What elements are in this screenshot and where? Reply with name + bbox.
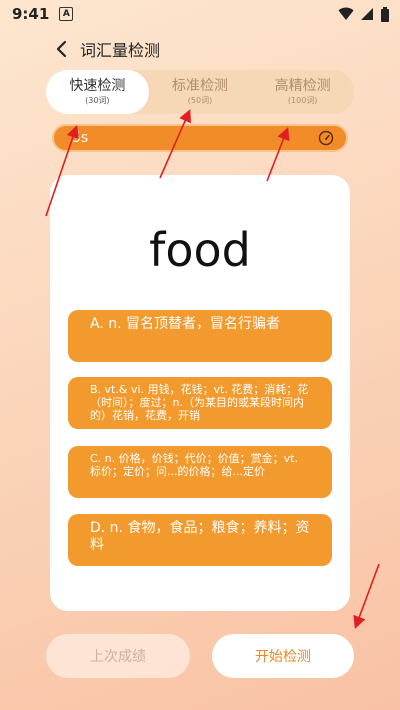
tab-label: 高精检测 [274,78,331,94]
option-b[interactable]: B. vt.& vi. 用钱，花钱；vt. 花费；消耗；花（时间）；度过；n.（… [68,377,332,429]
option-d[interactable]: D. n. 食物，食品；粮食；养料；资料 [68,514,332,566]
timer-text: 5s [72,130,89,146]
back-arrow-icon[interactable] [52,39,72,59]
tab-label: 快速检测 [69,78,126,94]
page-title: 词汇量检测 [80,41,161,60]
timer-bar: 5s [52,124,348,152]
tab-precise-test[interactable]: 高精检测 (100词) [251,70,354,114]
tab-word-count: (100词) [287,96,318,105]
option-c[interactable]: C. n. 价格，价钱；代价；价值；赏金；vt. 标价；定价；问...的价格；给… [68,446,332,498]
notification-icon: A [59,7,74,21]
start-test-button[interactable]: 开始检测 [212,634,354,678]
status-bar: 9:41 A [0,0,400,28]
header: 词汇量检测 [52,36,160,62]
status-time: 9:41 [12,5,50,23]
tab-quick-test[interactable]: 快速检测 (30词) [46,70,149,114]
mode-tabs: 快速检测 (30词) 标准检测 (50词) 高精检测 (100词) [46,70,354,114]
tab-standard-test[interactable]: 标准检测 (50词) [149,70,252,114]
question-card: food A. n. 冒名顶替者，冒名行骗者 B. vt.& vi. 用钱，花钱… [50,175,350,611]
annotation-arrow [353,563,380,630]
wifi-icon [338,7,354,20]
tab-label: 标准检测 [172,78,228,94]
speedometer-icon [318,130,334,146]
question-word: food [149,223,251,277]
tab-word-count: (30词) [85,96,110,105]
option-a[interactable]: A. n. 冒名顶替者，冒名行骗者 [68,310,332,362]
tab-word-count: (50词) [187,96,213,105]
signal-icon [361,8,373,20]
battery-icon [381,6,389,22]
last-result-button[interactable]: 上次成绩 [46,634,190,678]
